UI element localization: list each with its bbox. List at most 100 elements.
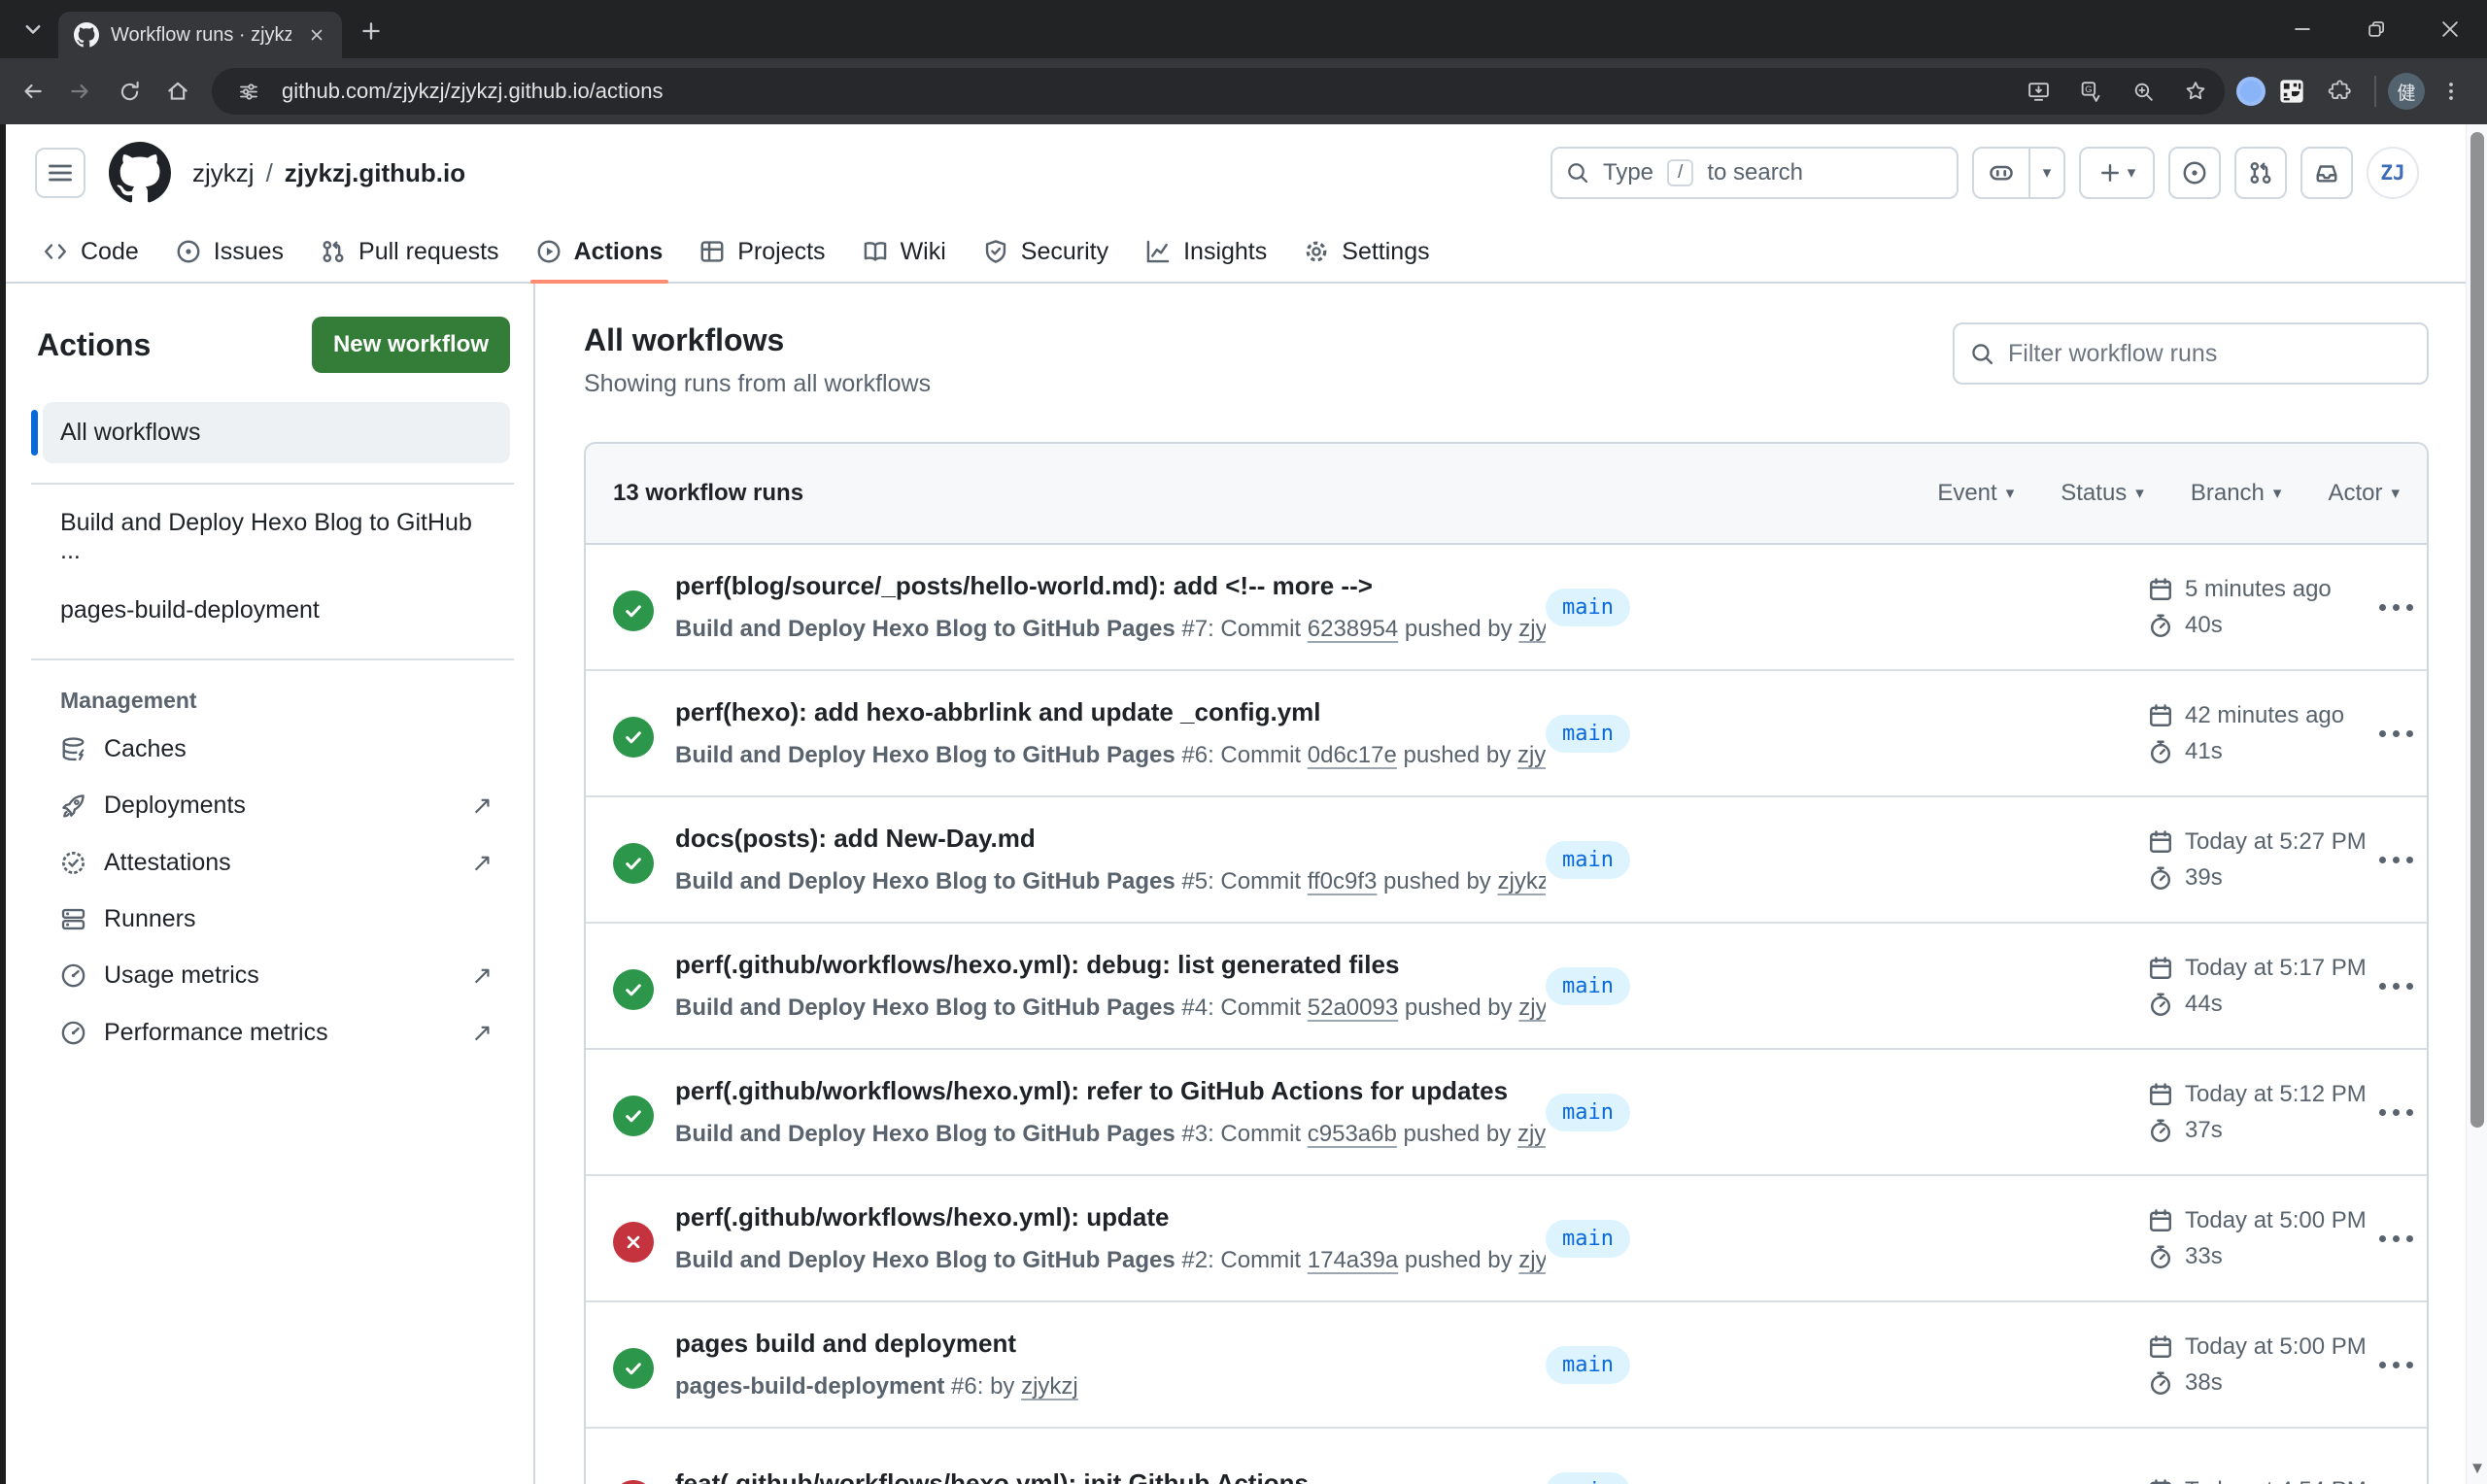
new-workflow-button[interactable]: New workflow: [312, 317, 510, 373]
run-title-link[interactable]: perf(.github/workflows/hexo.yml): debug:…: [675, 950, 1546, 980]
run-menu-button[interactable]: [2379, 1219, 2413, 1258]
tab-projects[interactable]: Projects: [684, 221, 840, 282]
browser-tab[interactable]: Workflow runs · zjykzj/zjykzj.g: [58, 12, 342, 58]
page-scrollbar[interactable]: ▼: [2466, 124, 2487, 1484]
bookmark-star-icon[interactable]: [2176, 72, 2215, 111]
branch-badge[interactable]: main: [1546, 1346, 1630, 1384]
minimize-button[interactable]: [2266, 2, 2339, 56]
home-button[interactable]: [155, 69, 200, 114]
tab-search-button[interactable]: [14, 10, 52, 49]
commit-link[interactable]: ff0c9f3: [1308, 868, 1378, 894]
tab-close-button[interactable]: [303, 21, 330, 49]
pull-requests-dashboard-button[interactable]: [2234, 147, 2287, 199]
sidebar-item-performance-metrics[interactable]: Performance metrics ↗: [43, 1004, 510, 1062]
copilot-button[interactable]: ▾: [1972, 147, 2065, 199]
user-avatar[interactable]: ZJ: [2367, 147, 2419, 199]
tab-pull-requests[interactable]: Pull requests: [305, 221, 515, 282]
run-title-link[interactable]: perf(blog/source/_posts/hello-world.md):…: [675, 571, 1546, 601]
run-date: Today at 5:00 PM: [2148, 1207, 2379, 1234]
global-nav-menu-button[interactable]: [35, 148, 85, 198]
tab-security[interactable]: Security: [968, 221, 1124, 282]
filter-dropdown[interactable]: Event ▾: [1937, 480, 2014, 507]
run-menu-button[interactable]: [2379, 714, 2413, 753]
actor-link[interactable]: zjykzj: [1517, 742, 1546, 768]
tab-actions[interactable]: Actions: [521, 221, 679, 282]
run-title-link[interactable]: perf(hexo): add hexo-abbrlink and update…: [675, 697, 1546, 727]
filter-dropdown[interactable]: Branch ▾: [2191, 480, 2282, 507]
issues-dashboard-button[interactable]: [2168, 147, 2221, 199]
new-tab-button[interactable]: [352, 12, 391, 51]
actor-link[interactable]: zjykzj: [1021, 1373, 1078, 1400]
extensions-button[interactable]: [2318, 69, 2363, 114]
commit-link[interactable]: c953a6b: [1308, 1121, 1397, 1147]
commit-link[interactable]: 0d6c17e: [1308, 742, 1397, 768]
url-text[interactable]: github.com/zjykzj/zjykzj.github.io/actio…: [282, 79, 2005, 104]
close-window-button[interactable]: [2413, 2, 2487, 56]
copilot-caret-icon[interactable]: ▾: [2043, 163, 2052, 183]
branch-badge[interactable]: main: [1546, 1094, 1630, 1131]
reload-button[interactable]: [107, 69, 152, 114]
tab-code[interactable]: Code: [27, 221, 154, 282]
commit-link[interactable]: 6238954: [1308, 616, 1398, 642]
zoom-icon[interactable]: [2124, 72, 2163, 111]
branch-badge[interactable]: main: [1546, 1220, 1630, 1258]
tab-wiki[interactable]: Wiki: [847, 221, 962, 282]
sidebar-workflow-pages-build-deployment[interactable]: pages-build-deployment: [43, 580, 510, 639]
actor-link[interactable]: zjykzj: [1517, 1121, 1546, 1147]
actor-link[interactable]: zjykzj: [1518, 1247, 1546, 1273]
branch-badge[interactable]: main: [1546, 841, 1630, 879]
filter-workflow-runs-input[interactable]: [2008, 340, 2411, 368]
install-app-icon[interactable]: [2019, 72, 2058, 111]
browser-profile-avatar[interactable]: 健: [2388, 73, 2425, 110]
back-button[interactable]: [10, 69, 54, 114]
sidebar-item-attestations[interactable]: Attestations ↗: [43, 834, 510, 892]
run-menu-button[interactable]: [2379, 588, 2413, 626]
sidebar-item-deployments[interactable]: Deployments ↗: [43, 777, 510, 834]
run-menu-button[interactable]: [2379, 1093, 2413, 1131]
actor-link[interactable]: zjykzj: [1518, 616, 1546, 642]
sidebar-item-all-workflows[interactable]: All workflows: [43, 402, 510, 463]
branch-badge[interactable]: main: [1546, 589, 1630, 626]
tab-settings[interactable]: Settings: [1288, 221, 1445, 282]
github-logo[interactable]: [109, 142, 171, 204]
run-title-link[interactable]: docs(posts): add New-Day.md: [675, 824, 1546, 854]
branch-badge[interactable]: main: [1546, 1472, 1630, 1484]
filter-dropdown[interactable]: Status ▾: [2061, 480, 2144, 507]
run-menu-button[interactable]: [2379, 1345, 2413, 1384]
sidebar-item-usage-metrics[interactable]: Usage metrics ↗: [43, 947, 510, 1004]
run-menu-button[interactable]: [2379, 1471, 2413, 1484]
run-menu-button[interactable]: [2379, 966, 2413, 1005]
run-title-link[interactable]: perf(.github/workflows/hexo.yml): refer …: [675, 1076, 1546, 1106]
breadcrumb-owner[interactable]: zjykzj: [192, 158, 255, 188]
global-search-button[interactable]: Type / to search: [1550, 147, 1959, 199]
tab-issues[interactable]: Issues: [160, 221, 299, 282]
run-title-link[interactable]: perf(.github/workflows/hexo.yml): update: [675, 1202, 1546, 1232]
breadcrumb-repo[interactable]: zjykzj.github.io: [285, 158, 465, 188]
restore-button[interactable]: [2339, 2, 2413, 56]
filter-dropdown[interactable]: Actor ▾: [2328, 480, 2400, 507]
site-settings-icon[interactable]: [229, 72, 268, 111]
forward-button[interactable]: [58, 69, 103, 114]
commit-link[interactable]: 52a0093: [1308, 995, 1398, 1021]
run-menu-button[interactable]: [2379, 840, 2413, 879]
actor-link[interactable]: zjykzj: [1497, 868, 1546, 894]
sidebar-item-runners[interactable]: Runners: [43, 892, 510, 947]
scrollbar-down-arrow[interactable]: ▼: [2467, 1459, 2487, 1478]
commit-link[interactable]: 174a39a: [1308, 1247, 1398, 1273]
branch-badge[interactable]: main: [1546, 715, 1630, 753]
branch-badge[interactable]: main: [1546, 967, 1630, 1005]
actor-link[interactable]: zjykzj: [1518, 995, 1546, 1021]
run-title-link[interactable]: feat(.github/workflows/hexo.yml): init G…: [675, 1468, 1309, 1484]
translate-icon[interactable]: G: [2071, 72, 2110, 111]
extension-qr-icon[interactable]: [2269, 69, 2314, 114]
sidebar-workflow-hexo[interactable]: Build and Deploy Hexo Blog to GitHub ...: [43, 492, 510, 580]
create-new-button[interactable]: ▾: [2079, 147, 2155, 199]
browser-menu-button[interactable]: [2429, 69, 2473, 114]
run-title-link[interactable]: pages build and deployment: [675, 1329, 1078, 1359]
extension-blue-icon[interactable]: [2236, 77, 2266, 106]
tab-insights[interactable]: Insights: [1130, 221, 1282, 282]
sidebar-item-caches[interactable]: Caches: [43, 722, 510, 777]
inbox-button[interactable]: [2300, 147, 2353, 199]
scrollbar-thumb[interactable]: [2470, 132, 2484, 1128]
address-bar[interactable]: github.com/zjykzj/zjykzj.github.io/actio…: [212, 68, 2225, 115]
